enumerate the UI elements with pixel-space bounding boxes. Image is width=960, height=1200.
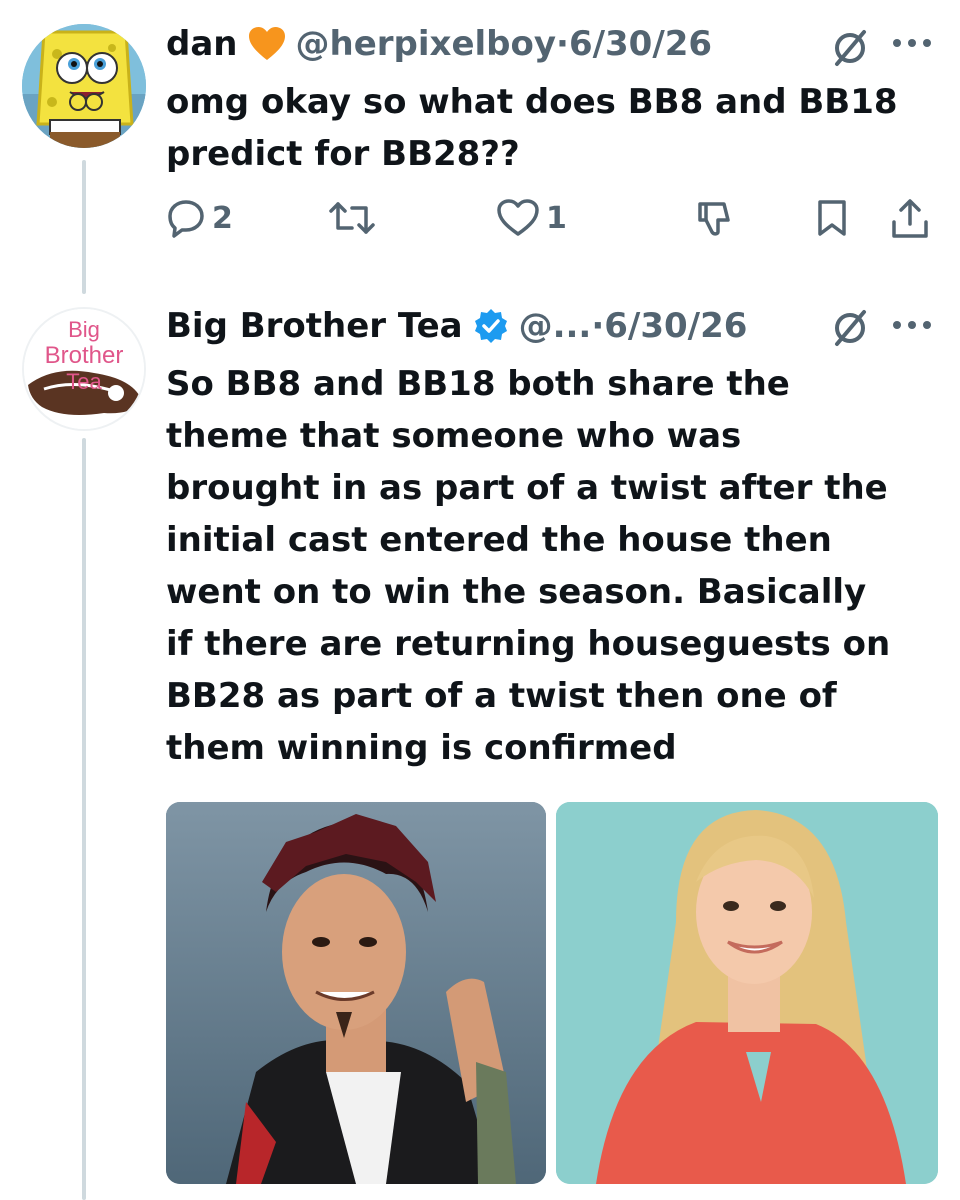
tweet-text-line: So BB8 and BB18 both share the	[166, 364, 790, 404]
share-icon	[892, 199, 928, 238]
user-handle[interactable]: @herpixelboy	[296, 24, 557, 64]
grok-icon[interactable]	[830, 28, 870, 68]
avatar-word: Tea	[66, 369, 102, 394]
tweet-image-man[interactable]	[166, 802, 546, 1184]
repost-button[interactable]	[328, 198, 376, 238]
share-button[interactable]	[890, 198, 930, 240]
user-handle[interactable]: @...	[519, 306, 592, 346]
tweet-header: Big Brother Tea @... · 6/30/26	[166, 306, 747, 346]
tweet-text-line: went on to win the season. Basically	[166, 572, 867, 612]
avatar-word: Big	[68, 317, 100, 342]
orange-heart-icon	[248, 27, 285, 60]
display-name[interactable]: Big Brother Tea	[166, 306, 463, 346]
avatar[interactable]	[22, 24, 146, 148]
like-button[interactable]: 1	[496, 198, 567, 238]
woman-portrait-photo	[556, 802, 938, 1184]
more-options-icon[interactable]	[890, 36, 934, 50]
meta-separator: ·	[556, 24, 569, 64]
repost-icon	[329, 202, 375, 234]
reply-button[interactable]: 2	[166, 198, 233, 238]
tweet-text-line: brought in as part of a twist after the	[166, 468, 888, 508]
tweet-text-line: predict for BB28??	[166, 134, 520, 174]
reply-icon	[168, 200, 204, 238]
avatar-word: Brother	[44, 342, 124, 369]
tweet-date[interactable]: 6/30/26	[569, 24, 712, 64]
dislike-button[interactable]	[694, 198, 734, 238]
media-divider	[546, 802, 556, 1184]
bookmark-icon	[818, 200, 846, 236]
thread-connector-line	[82, 438, 86, 1200]
thumbs-down-icon	[698, 202, 730, 236]
tweet-date[interactable]: 6/30/26	[604, 306, 747, 346]
thread-connector-line	[82, 160, 86, 294]
tweet-text-line: initial cast entered the house then	[166, 520, 832, 560]
tweet-text-line: theme that someone who was	[166, 416, 742, 456]
spongebob-avatar-icon	[22, 24, 146, 148]
grok-icon[interactable]	[830, 308, 870, 348]
bookmark-button[interactable]	[814, 198, 850, 238]
meta-separator: ·	[591, 306, 605, 346]
tweet-text-line: them winning is confirmed	[166, 728, 677, 768]
tweet-text-line: omg okay so what does BB8 and BB18	[166, 82, 898, 122]
tweet-image-woman[interactable]	[556, 802, 938, 1184]
tweet-text-line: BB28 as part of a twist then one of	[166, 676, 837, 716]
man-portrait-photo	[166, 802, 546, 1184]
tweet-text: So BB8 and BB18 both share the theme tha…	[166, 358, 890, 774]
avatar[interactable]: Big Brother Tea	[22, 307, 146, 431]
tweet-actions: 2 1	[166, 198, 936, 242]
more-options-icon[interactable]	[890, 318, 934, 332]
reply-count: 2	[212, 200, 233, 236]
tweet-text-line: if there are returning houseguests on	[166, 624, 891, 664]
display-name[interactable]: dan	[166, 24, 238, 64]
tweet-header: dan @herpixelboy · 6/30/26	[166, 24, 712, 64]
avatar-text: Big Brother Tea	[24, 309, 144, 395]
tweet-text: omg okay so what does BB8 and BB18 predi…	[166, 76, 898, 180]
heart-icon	[497, 199, 539, 236]
verified-badge-icon	[474, 309, 507, 343]
like-count: 1	[546, 200, 567, 236]
